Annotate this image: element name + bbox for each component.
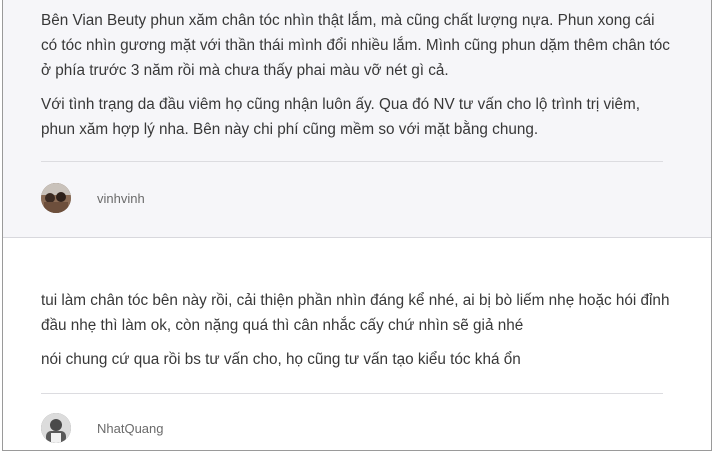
author-name[interactable]: vinhvinh [97,191,145,206]
review-author[interactable]: NhatQuang [41,413,164,443]
reviews-panel: Bên Vian Beuty phun xăm chân tóc nhìn th… [2,0,712,451]
avatar[interactable] [41,183,71,213]
review-divider [41,393,663,394]
review-paragraph: Bên Vian Beuty phun xăm chân tóc nhìn th… [41,12,670,79]
review-paragraph: nói chung cứ qua rồi bs tư vấn cho, họ c… [41,351,521,368]
review-card: tui làm chân tóc bên này rồi, cải thiện … [3,238,711,450]
review-author[interactable]: vinhvinh [41,183,145,213]
review-text: tui làm chân tóc bên này rồi, cải thiện … [41,288,671,381]
review-card: Bên Vian Beuty phun xăm chân tóc nhìn th… [3,0,711,238]
review-divider [41,161,663,162]
author-name[interactable]: NhatQuang [97,421,164,436]
review-text: Bên Vian Beuty phun xăm chân tóc nhìn th… [41,8,671,151]
review-paragraph: Với tình trạng da đầu viêm họ cũng nhận … [41,96,641,138]
avatar[interactable] [41,413,71,443]
review-paragraph: tui làm chân tóc bên này rồi, cải thiện … [41,292,670,334]
